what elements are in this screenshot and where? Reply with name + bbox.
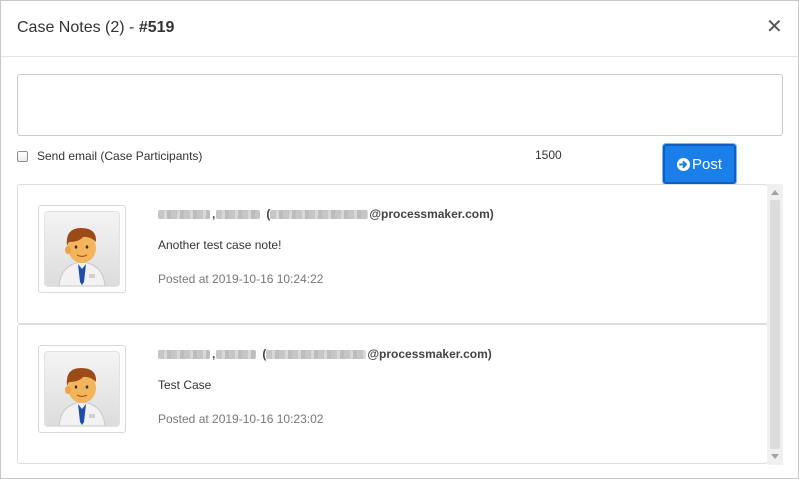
redacted-name [216,209,261,219]
dialog-title: Case Notes (2) - #519 [17,19,174,37]
name-separator: , [212,347,216,361]
case-notes-list: ,(@processmaker.com) Another test case n… [17,184,783,465]
case-note-input[interactable] [17,74,783,136]
note-email-suffix: @processmaker.com) [369,207,494,221]
avatar [38,345,126,433]
send-email-checkbox[interactable] [17,151,28,162]
scroll-down-arrow-icon[interactable] [771,454,779,459]
redacted-email [266,349,367,359]
redacted-email [270,209,369,219]
dialog-title-prefix: Case Notes (2) - [17,19,139,36]
note-item: ,(@processmaker.com) Another test case n… [17,184,768,324]
redacted-name [216,349,257,359]
note-email-suffix: @processmaker.com) [367,347,492,361]
user-avatar-icon [44,211,120,287]
note-timestamp: Posted at 2019-10-16 10:23:02 [158,412,324,426]
post-button[interactable]: Post [663,144,736,184]
send-email-label: Send email (Case Participants) [37,149,203,163]
note-user: ,(@processmaker.com) [158,347,492,361]
note-text: Another test case note! [158,238,282,252]
user-avatar-icon [44,351,120,427]
avatar [38,205,126,293]
redacted-name [158,349,210,359]
post-button-label: Post [691,155,722,173]
notes-scrollbar[interactable] [767,184,783,465]
close-icon[interactable]: ✕ [766,17,783,37]
dialog-header: Case Notes (2) - #519 ✕ [1,1,798,57]
redacted-name [158,209,210,219]
note-user: ,(@processmaker.com) [158,207,494,221]
send-email-option[interactable]: Send email (Case Participants) [17,148,202,164]
note-text: Test Case [158,378,212,392]
arrow-right-circle-icon [676,157,690,171]
case-notes-dialog: Case Notes (2) - #519 ✕ Send email (Case… [0,0,799,479]
scroll-up-arrow-icon[interactable] [771,190,779,195]
note-timestamp: Posted at 2019-10-16 10:24:22 [158,272,324,286]
name-separator: , [212,207,216,221]
character-limit: 1500 [535,148,562,162]
note-item: ,(@processmaker.com) Test Case Posted at… [17,324,768,464]
scroll-thumb[interactable] [770,200,780,449]
case-number: #519 [138,19,175,36]
